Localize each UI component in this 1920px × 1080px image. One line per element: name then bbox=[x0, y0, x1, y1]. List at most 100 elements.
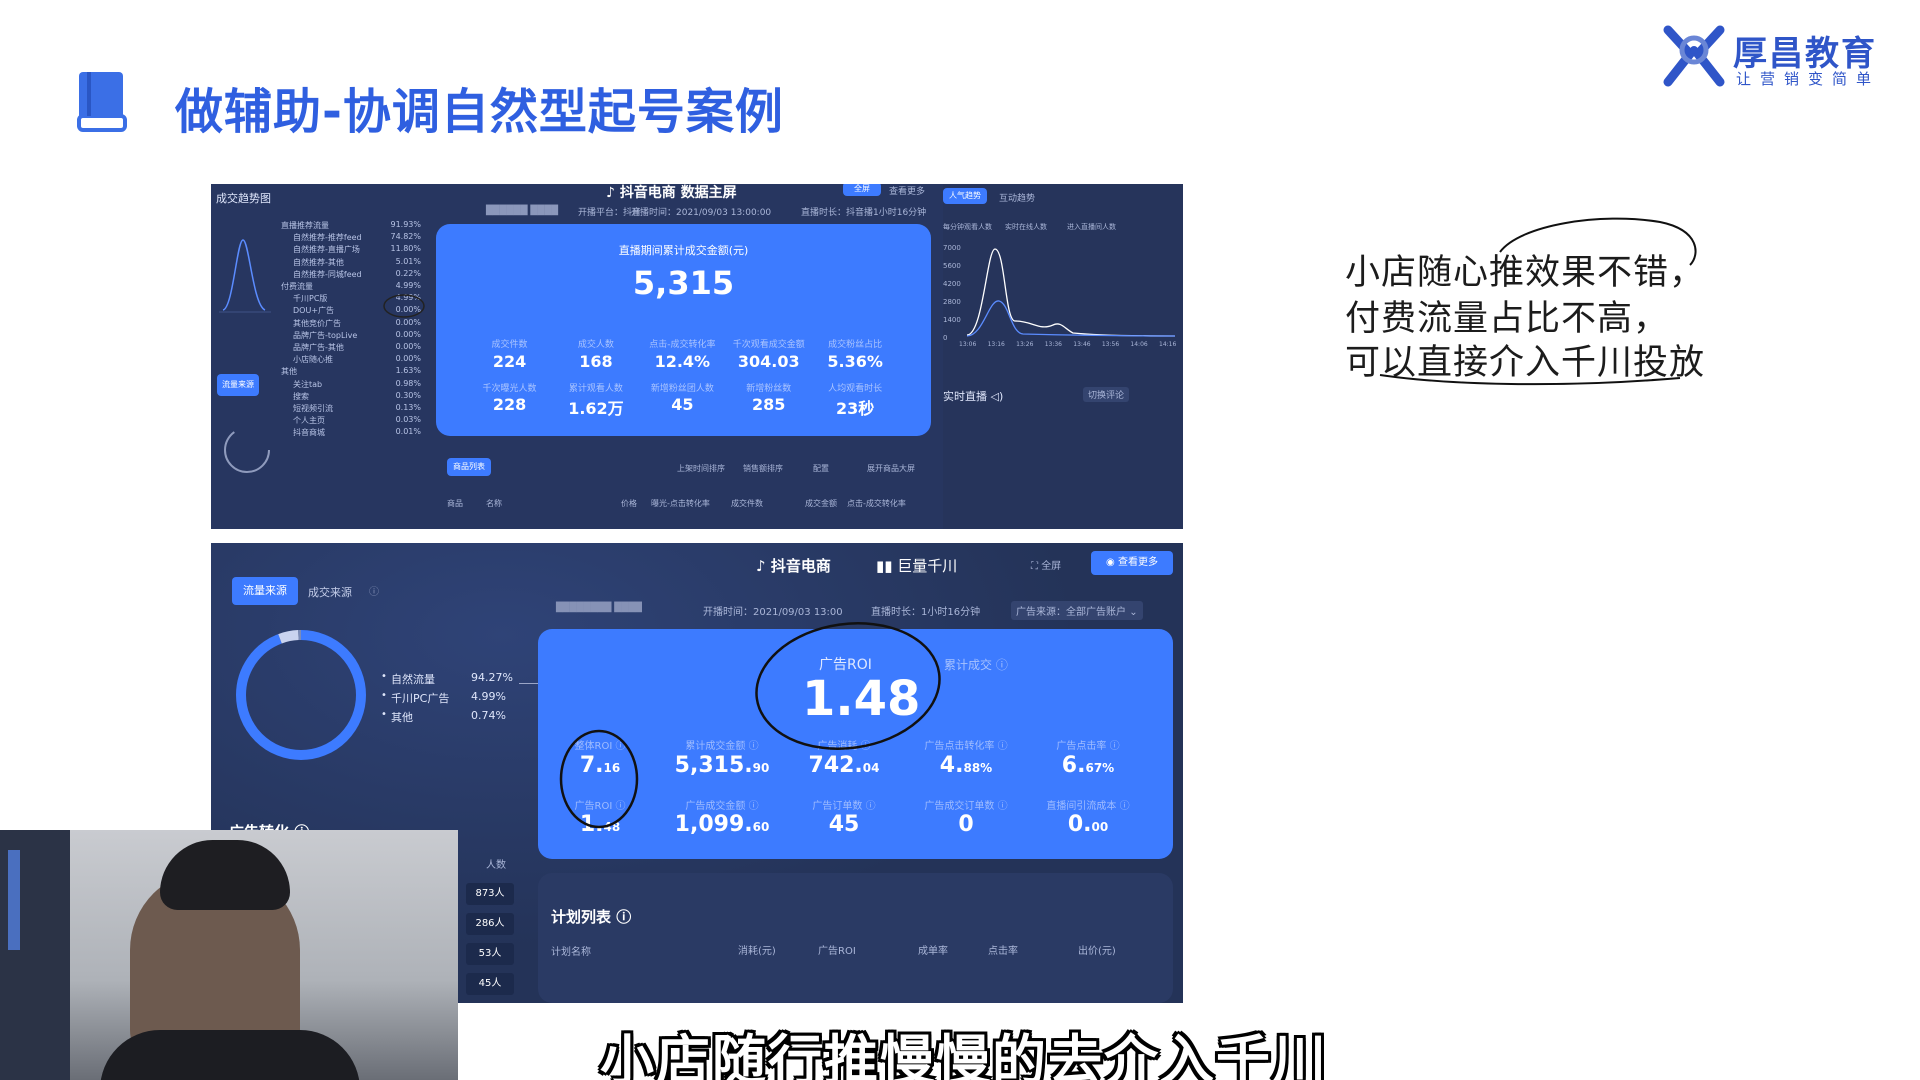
book-icon bbox=[77, 72, 127, 132]
x-tick-label: 13:26 bbox=[1016, 341, 1033, 348]
traffic-source-pct: 1.63% bbox=[395, 366, 421, 376]
y-tick-label: 7000 bbox=[943, 244, 961, 252]
mini-trend-chart bbox=[219, 239, 271, 313]
upper-metric-label: 千次曝光人数 bbox=[482, 384, 537, 394]
traffic-source-pct: 0.00% bbox=[395, 329, 421, 339]
traffic-source-label: DOU+广告 bbox=[293, 306, 335, 316]
donut-legend-label: 自然流量 bbox=[391, 673, 435, 686]
y-tick-label: 2800 bbox=[943, 298, 961, 306]
upper-metric-label: 成交件数 bbox=[491, 340, 528, 350]
plan-column-header[interactable]: 点击率 bbox=[988, 942, 1018, 957]
series-viewers-line bbox=[966, 248, 1176, 337]
upper-kpi-card: 直播期间累计成交金额(元) 5,315 成交件数 224 成交人数 168 点击-成交转… bbox=[436, 224, 931, 436]
tab-popularity[interactable]: 人气趋势 bbox=[943, 188, 987, 204]
lower-metric-value: 45 bbox=[828, 812, 860, 837]
plan-column-header[interactable]: 消耗(元) bbox=[738, 942, 776, 957]
traffic-source-row: 千川PC版 4.99% bbox=[281, 293, 421, 305]
sort-option[interactable]: 上架时间排序 bbox=[677, 463, 725, 474]
traffic-source-button[interactable]: 流量来源 bbox=[217, 374, 259, 396]
view-more-button[interactable]: ◉ 查看更多 bbox=[1091, 551, 1173, 575]
traffic-source-label: 品牌广告-topLive bbox=[293, 330, 358, 340]
upper-metric-label: 新增粉丝团人数 bbox=[650, 384, 714, 394]
sort-option[interactable]: 销售额排序 bbox=[743, 463, 783, 474]
lower-metric-value: 1.48 bbox=[579, 812, 621, 837]
traffic-source-label: 自然推荐-直播广场 bbox=[293, 245, 360, 255]
traffic-source-pct: 0.03% bbox=[395, 415, 421, 425]
traffic-source-pct: 11.80% bbox=[390, 244, 421, 254]
traffic-source-row: DOU+广告 0.00% bbox=[281, 305, 421, 317]
plan-column-header[interactable]: 出价(元) bbox=[1078, 942, 1116, 957]
donut-legend-label: 其他 bbox=[391, 711, 413, 724]
upper-fullscreen-button[interactable]: 全屏 bbox=[843, 184, 881, 196]
table-column-header: 成交金额 bbox=[805, 499, 837, 508]
lower-kpi-card: 广告ROI 1.48 累计成交 ⓘ 整体ROI ⓘ 7.16 累计成交金额 ⓘ 5,3… bbox=[538, 629, 1173, 859]
lower-metric-value: 742.04 bbox=[808, 753, 880, 778]
traffic-source-row: 品牌广告-topLive 0.00% bbox=[281, 330, 421, 342]
upper-metric-value: 12.4% bbox=[654, 352, 711, 371]
lower-fullscreen-button[interactable]: ⛶ 全屏 bbox=[1031, 557, 1061, 572]
lower-metric-label: 整体ROI ⓘ bbox=[574, 741, 626, 752]
ad-source-select[interactable]: 广告来源：全部广告账户 ⌄ bbox=[1011, 601, 1143, 620]
tab-deal-source[interactable]: 成交来源 bbox=[308, 584, 352, 600]
tab-traffic-source[interactable]: 流量来源 bbox=[232, 577, 298, 605]
traffic-source-label: 其他 bbox=[281, 367, 297, 377]
upper-metric-value: 168 bbox=[579, 352, 613, 371]
upper-metric-value: 23秒 bbox=[835, 399, 875, 418]
donut-legend-label: 千川PC广告 bbox=[391, 692, 450, 705]
traffic-source-pct: 0.98% bbox=[395, 378, 421, 388]
lower-metric-value: 4.88% bbox=[939, 753, 993, 778]
donut-legend-pct: 94.27% bbox=[471, 671, 513, 684]
upper-metric-label: 新增粉丝数 bbox=[746, 384, 792, 394]
lower-metric-value: 0 bbox=[958, 812, 974, 837]
traffic-source-pct: 0.01% bbox=[395, 427, 421, 437]
traffic-source-pct: 74.82% bbox=[390, 232, 421, 242]
traffic-source-label: 短视频引流 bbox=[293, 404, 333, 413]
tab-interaction[interactable]: 互动趋势 bbox=[999, 191, 1035, 204]
traffic-source-label: 关注tab bbox=[293, 379, 323, 389]
lower-metric-label: 广告点击转化率 ⓘ bbox=[924, 741, 1008, 752]
lower-metric-value: 5,315.90 bbox=[674, 753, 770, 778]
ad-roi-value: 1.48 bbox=[802, 671, 921, 727]
switch-comments-button[interactable]: 切换评论 bbox=[1083, 387, 1130, 402]
slide: 做辅助-协调自然型起号案例 厚昌教育 让营销变简单 成交趋势图 直播推荐流量 91… bbox=[0, 0, 1920, 1080]
traffic-source-row: 短视频引流 0.13% bbox=[281, 403, 421, 415]
product-list-button[interactable]: 商品列表 bbox=[447, 458, 491, 476]
bar-logo-icon: ▮▮ bbox=[876, 557, 893, 575]
lower-metric-label: 广告点击率 ⓘ bbox=[1056, 741, 1120, 752]
x-tick-label: 14:06 bbox=[1130, 341, 1147, 348]
right-trend-panel: 人气趋势 互动趋势 每分钟观看人数 实时在线人数 进入直播间人数 7000 5600 4… bbox=[943, 184, 1183, 529]
traffic-source-row: 关注tab 0.98% bbox=[281, 379, 421, 391]
eye-icon: ◉ bbox=[1106, 557, 1115, 568]
traffic-source-list: 直播推荐流量 91.93% 自然推荐-推荐feed 74.82% 自然推荐-直播广场 11… bbox=[281, 220, 421, 520]
lower-duration: 直播时长：1小时16分钟 bbox=[871, 607, 981, 618]
upper-card-title: 直播期间累计成交金额(元) bbox=[618, 244, 749, 257]
upper-metric-label: 累计观看人数 bbox=[568, 384, 623, 394]
sort-option[interactable]: 展开商品大屏 bbox=[867, 463, 915, 474]
upper-metric-value: 224 bbox=[492, 352, 527, 371]
y-tick-label: 1400 bbox=[943, 316, 961, 324]
traffic-source-row: 其他竞价广告 0.00% bbox=[281, 318, 421, 330]
tiktok-icon: ♪ bbox=[756, 557, 766, 575]
traffic-source-row: 自然推荐-直播广场 11.80% bbox=[281, 244, 421, 256]
traffic-source-row: 搜索 0.30% bbox=[281, 391, 421, 403]
traffic-source-label: 个人主页 bbox=[293, 416, 325, 426]
traffic-source-label: 付费流量 bbox=[281, 282, 313, 291]
speaker-icon: ◁) bbox=[990, 390, 1004, 403]
upper-more-link[interactable]: 查看更多 bbox=[889, 184, 925, 197]
funnel-count: 873人 bbox=[466, 883, 514, 905]
plan-column-header[interactable]: 广告ROI bbox=[818, 942, 856, 957]
upper-metric-label: 人均观看时长 bbox=[828, 384, 883, 394]
upper-metric-value: 45 bbox=[671, 395, 694, 414]
upper-brand: ♪ 抖音电商 数据主屏 bbox=[606, 185, 737, 201]
people-column-header: 人数 bbox=[486, 860, 506, 871]
legend-entry: 实时在线人数 bbox=[1005, 223, 1047, 231]
traffic-source-row: 自然推荐-其他 5.01% bbox=[281, 257, 421, 269]
video-subtitle: 小店随行推慢慢的去介入千川 bbox=[600, 1029, 1328, 1080]
help-icon: ⓘ bbox=[369, 587, 379, 598]
plan-column-header[interactable]: 成单率 bbox=[918, 942, 948, 957]
trend-title: 成交趋势图 bbox=[216, 192, 271, 205]
upper-duration: 直播时长：抖音播1小时16分钟 bbox=[801, 208, 927, 218]
sort-option[interactable]: 配置 bbox=[813, 463, 829, 474]
upper-metric-label: 千次观看成交金额 bbox=[732, 340, 805, 350]
upper-redacted-name: ██████ ████ bbox=[486, 206, 559, 216]
